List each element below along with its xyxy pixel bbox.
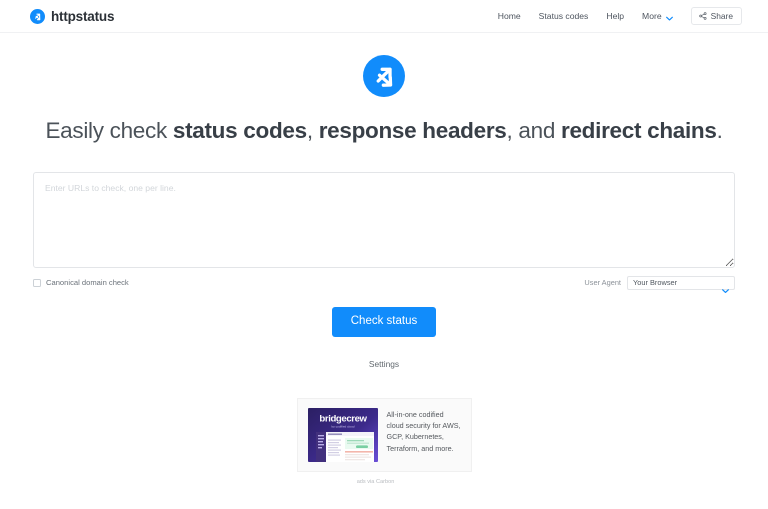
headline-part-1: Easily check: [45, 118, 173, 143]
hero-section: Easily check status codes, response head…: [0, 33, 768, 144]
user-agent-control: User Agent Your Browser: [584, 276, 735, 294]
submit-row: Check status: [33, 307, 735, 337]
sponsor-ad-credit: ads via Carbon: [356, 478, 395, 485]
nav-item-help[interactable]: Help: [597, 9, 633, 24]
form-options-row: Canonical domain check User Agent Your B…: [33, 276, 735, 294]
nav-item-status-codes[interactable]: Status codes: [530, 9, 598, 24]
chevron-down-icon: [665, 14, 673, 20]
settings-link[interactable]: Settings: [369, 359, 399, 369]
share-button-label: Share: [710, 10, 733, 21]
hero-redirect-arrows-circle-icon: [363, 55, 405, 97]
site-header: httpstatus Home Status codes Help More S…: [0, 0, 768, 33]
settings-row: Settings: [33, 354, 735, 372]
svg-text:bridgecrew: bridgecrew: [319, 413, 367, 424]
page-title: Easily check status codes, response head…: [0, 117, 768, 144]
nav-item-more[interactable]: More: [633, 9, 682, 24]
brand-logo-link[interactable]: httpstatus: [30, 8, 115, 24]
share-button[interactable]: Share: [690, 6, 742, 26]
sponsor-ad-thumbnail: bridgecrew by codified cloud: [307, 407, 378, 462]
user-agent-selected-value: Your Browser: [633, 278, 678, 288]
headline-bold-response-headers: response headers: [318, 118, 507, 143]
headline-bold-status-codes: status codes: [172, 118, 307, 143]
redirect-arrows-circle-icon: [30, 8, 45, 24]
headline-part-4: .: [716, 118, 723, 143]
main-nav: Home Status codes Help More Share: [489, 6, 742, 26]
canonical-domain-check-label: Canonical domain check: [46, 278, 129, 288]
user-agent-label: User Agent: [584, 278, 621, 288]
svg-text:by codified cloud: by codified cloud: [331, 424, 354, 428]
sponsor-ad-card[interactable]: bridgecrew by codified cloud All-in-one …: [296, 397, 472, 472]
share-icon: [698, 12, 707, 20]
url-check-form: Canonical domain check User Agent Your B…: [33, 172, 735, 372]
canonical-domain-check-row[interactable]: Canonical domain check: [33, 279, 129, 287]
nav-item-home[interactable]: Home: [489, 9, 530, 24]
url-input-textarea[interactable]: [33, 172, 735, 268]
check-status-button[interactable]: Check status: [331, 307, 437, 337]
sponsor-ad-copy: All-in-one codified cloud security for A…: [386, 409, 461, 453]
user-agent-select[interactable]: Your Browser: [627, 276, 735, 294]
sponsor-ad-section: bridgecrew by codified cloud All-in-one …: [0, 397, 768, 485]
chevron-down-icon: [722, 281, 729, 294]
brand-name: httpstatus: [51, 8, 115, 24]
nav-item-more-label: More: [642, 10, 662, 21]
canonical-domain-checkbox[interactable]: [33, 279, 41, 287]
headline-part-2: ,: [306, 118, 319, 143]
headline-part-3: , and: [506, 118, 562, 143]
headline-bold-redirect-chains: redirect chains: [561, 118, 717, 143]
